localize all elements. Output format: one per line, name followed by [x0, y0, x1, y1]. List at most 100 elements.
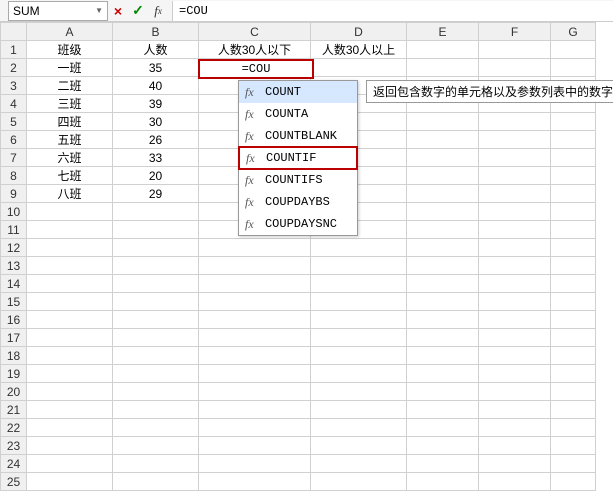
row-header-15[interactable]: 15: [1, 293, 27, 311]
cell-F22[interactable]: [479, 419, 551, 437]
fx-icon[interactable]: fx: [148, 1, 168, 21]
cell-A18[interactable]: [27, 347, 113, 365]
row-header-4[interactable]: 4: [1, 95, 27, 113]
cell-E7[interactable]: [407, 149, 479, 167]
cell-B5[interactable]: 30: [113, 113, 199, 131]
select-all-corner[interactable]: [1, 23, 27, 41]
cell-G7[interactable]: [551, 149, 596, 167]
cell-G11[interactable]: [551, 221, 596, 239]
active-cell-c2[interactable]: =COU: [198, 59, 314, 79]
row-header-16[interactable]: 16: [1, 311, 27, 329]
cell-E23[interactable]: [407, 437, 479, 455]
cell-G18[interactable]: [551, 347, 596, 365]
cell-A13[interactable]: [27, 257, 113, 275]
cell-F23[interactable]: [479, 437, 551, 455]
cell-C20[interactable]: [199, 383, 311, 401]
cell-F5[interactable]: [479, 113, 551, 131]
cell-B18[interactable]: [113, 347, 199, 365]
cell-E1[interactable]: [407, 41, 479, 59]
cell-E24[interactable]: [407, 455, 479, 473]
cell-B4[interactable]: 39: [113, 95, 199, 113]
row-header-11[interactable]: 11: [1, 221, 27, 239]
cell-G5[interactable]: [551, 113, 596, 131]
cell-D2[interactable]: [311, 59, 407, 77]
cell-D21[interactable]: [311, 401, 407, 419]
cell-C18[interactable]: [199, 347, 311, 365]
cell-E13[interactable]: [407, 257, 479, 275]
cell-F24[interactable]: [479, 455, 551, 473]
accept-formula-icon[interactable]: ✓: [128, 1, 148, 21]
cell-G14[interactable]: [551, 275, 596, 293]
cell-E25[interactable]: [407, 473, 479, 491]
cell-F8[interactable]: [479, 167, 551, 185]
cell-A7[interactable]: 六班: [27, 149, 113, 167]
cell-B21[interactable]: [113, 401, 199, 419]
cell-B23[interactable]: [113, 437, 199, 455]
col-header-F[interactable]: F: [479, 23, 551, 41]
cell-A17[interactable]: [27, 329, 113, 347]
cell-A6[interactable]: 五班: [27, 131, 113, 149]
cell-B15[interactable]: [113, 293, 199, 311]
row-header-21[interactable]: 21: [1, 401, 27, 419]
cell-B2[interactable]: 35: [113, 59, 199, 77]
cell-B13[interactable]: [113, 257, 199, 275]
cell-E10[interactable]: [407, 203, 479, 221]
cell-E18[interactable]: [407, 347, 479, 365]
cell-C15[interactable]: [199, 293, 311, 311]
cell-A25[interactable]: [27, 473, 113, 491]
cell-E14[interactable]: [407, 275, 479, 293]
cell-A19[interactable]: [27, 365, 113, 383]
cell-C14[interactable]: [199, 275, 311, 293]
cell-F17[interactable]: [479, 329, 551, 347]
cell-G17[interactable]: [551, 329, 596, 347]
cell-E2[interactable]: [407, 59, 479, 77]
formula-autocomplete[interactable]: fxCOUNTfxCOUNTAfxCOUNTBLANKfxCOUNTIFfxCO…: [238, 80, 358, 236]
cell-E20[interactable]: [407, 383, 479, 401]
cell-C24[interactable]: [199, 455, 311, 473]
cell-F19[interactable]: [479, 365, 551, 383]
cell-A14[interactable]: [27, 275, 113, 293]
cell-G16[interactable]: [551, 311, 596, 329]
cell-A15[interactable]: [27, 293, 113, 311]
cell-C1[interactable]: 人数30人以下: [199, 41, 311, 59]
cell-A23[interactable]: [27, 437, 113, 455]
cell-D1[interactable]: 人数30人以上: [311, 41, 407, 59]
cell-F14[interactable]: [479, 275, 551, 293]
cell-F9[interactable]: [479, 185, 551, 203]
autocomplete-item-coupdaybs[interactable]: fxCOUPDAYBS: [239, 191, 357, 213]
autocomplete-item-counta[interactable]: fxCOUNTA: [239, 103, 357, 125]
cell-G22[interactable]: [551, 419, 596, 437]
cell-B8[interactable]: 20: [113, 167, 199, 185]
cell-F18[interactable]: [479, 347, 551, 365]
cell-G24[interactable]: [551, 455, 596, 473]
cell-A12[interactable]: [27, 239, 113, 257]
cell-A1[interactable]: 班级: [27, 41, 113, 59]
cell-B24[interactable]: [113, 455, 199, 473]
cell-F15[interactable]: [479, 293, 551, 311]
cell-C19[interactable]: [199, 365, 311, 383]
cell-B6[interactable]: 26: [113, 131, 199, 149]
cell-D18[interactable]: [311, 347, 407, 365]
cell-E5[interactable]: [407, 113, 479, 131]
cell-B17[interactable]: [113, 329, 199, 347]
cell-B25[interactable]: [113, 473, 199, 491]
cell-F16[interactable]: [479, 311, 551, 329]
cell-E9[interactable]: [407, 185, 479, 203]
autocomplete-item-count[interactable]: fxCOUNT: [239, 81, 357, 103]
cell-A2[interactable]: 一班: [27, 59, 113, 77]
row-header-18[interactable]: 18: [1, 347, 27, 365]
cell-G20[interactable]: [551, 383, 596, 401]
cell-E11[interactable]: [407, 221, 479, 239]
cell-A11[interactable]: [27, 221, 113, 239]
cell-A16[interactable]: [27, 311, 113, 329]
autocomplete-item-coupdaysnc[interactable]: fxCOUPDAYSNC: [239, 213, 357, 235]
cell-D13[interactable]: [311, 257, 407, 275]
col-header-A[interactable]: A: [27, 23, 113, 41]
row-header-20[interactable]: 20: [1, 383, 27, 401]
cancel-formula-icon[interactable]: ×: [108, 1, 128, 21]
cell-D20[interactable]: [311, 383, 407, 401]
row-header-2[interactable]: 2: [1, 59, 27, 77]
row-header-10[interactable]: 10: [1, 203, 27, 221]
cell-E19[interactable]: [407, 365, 479, 383]
cell-G23[interactable]: [551, 437, 596, 455]
